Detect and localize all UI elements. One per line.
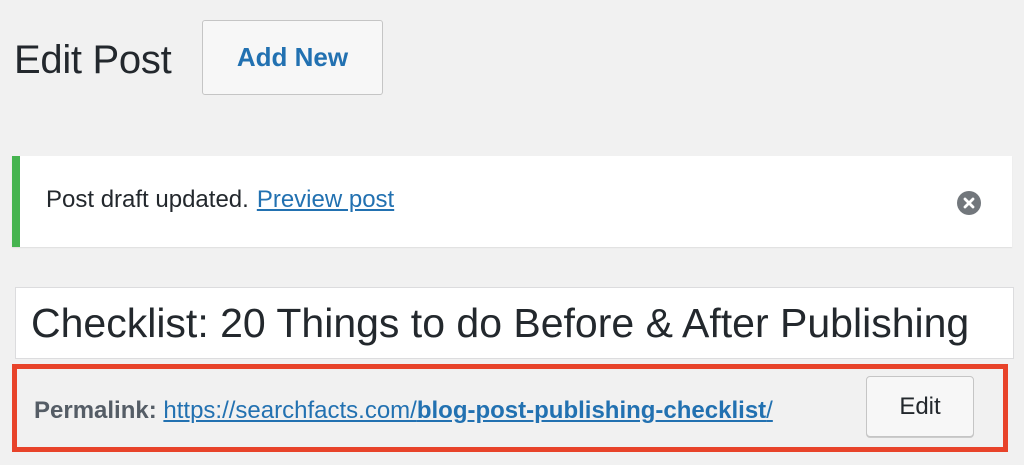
permalink-slug: blog-post-publishing-checklist: [416, 397, 767, 424]
permalink-highlight: Permalink: https://searchfacts.com/blog-…: [12, 364, 1008, 452]
post-title-input[interactable]: Checklist: 20 Things to do Before & Afte…: [15, 287, 1014, 359]
page-title: Edit Post: [14, 38, 172, 82]
add-new-button[interactable]: Add New: [202, 20, 383, 95]
permalink-url[interactable]: https://searchfacts.com/blog-post-publis…: [163, 397, 772, 424]
permalink-label: Permalink:: [34, 397, 157, 424]
permalink-row: Permalink: https://searchfacts.com/blog-…: [34, 396, 773, 426]
dismiss-icon[interactable]: [957, 191, 981, 215]
preview-post-link[interactable]: Preview post: [257, 186, 394, 213]
edit-permalink-button[interactable]: Edit: [866, 376, 974, 437]
permalink-trailing: /: [766, 397, 773, 424]
notice-message: Post draft updated.: [46, 186, 249, 213]
notice-text: Post draft updated. Preview post: [46, 185, 394, 215]
notice-banner: Post draft updated. Preview post: [12, 156, 1012, 247]
permalink-base-url: https://searchfacts.com/: [163, 397, 417, 424]
